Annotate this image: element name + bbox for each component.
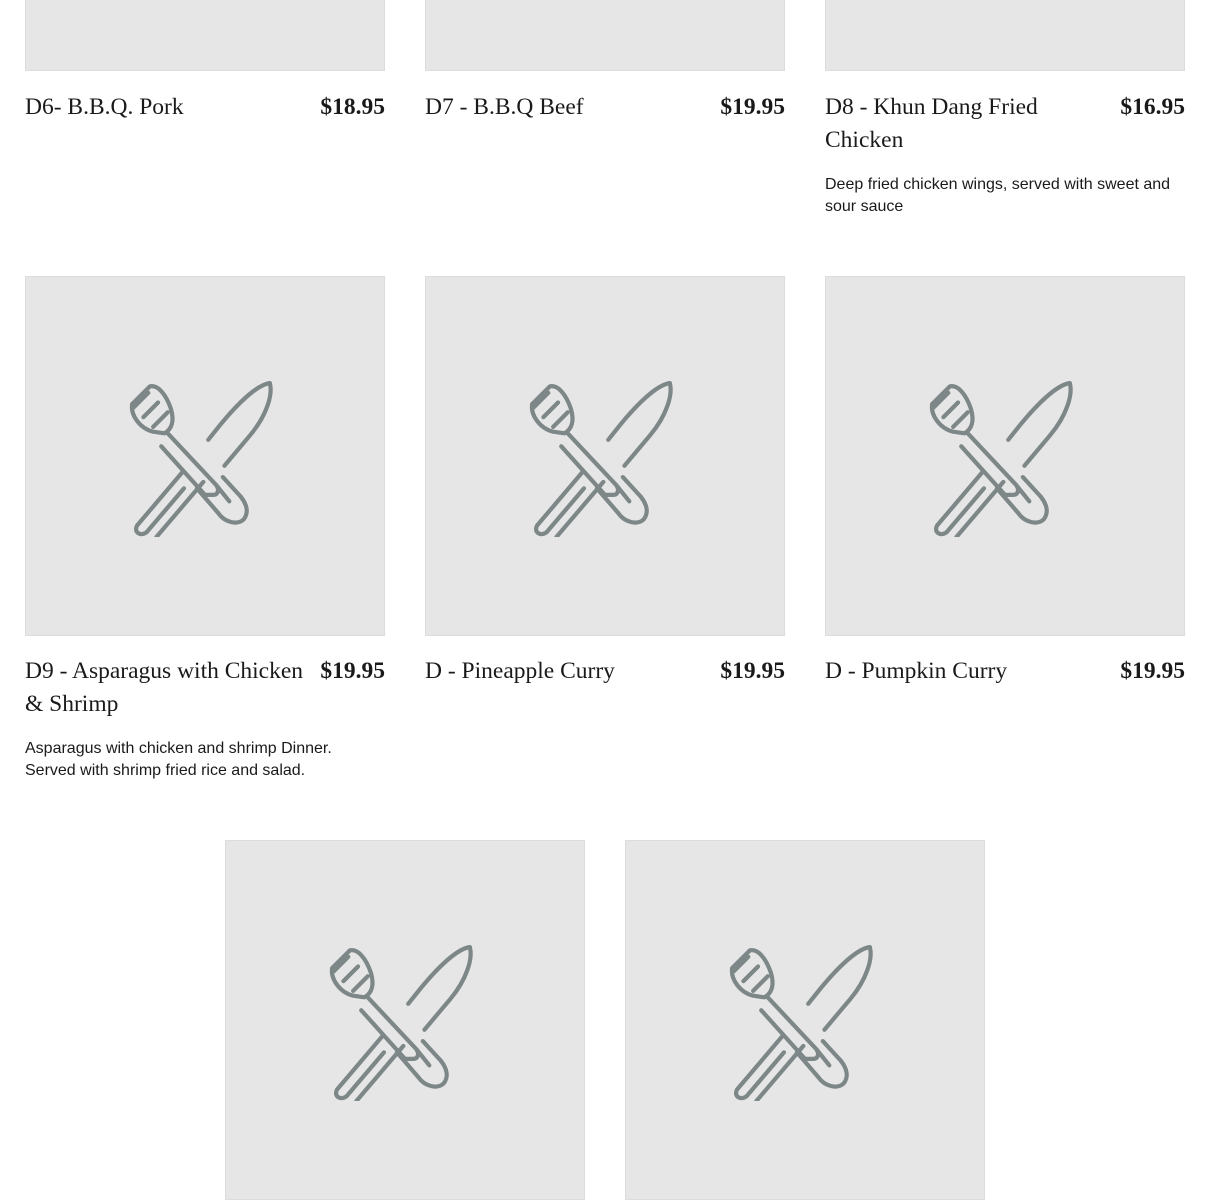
menu-item-name[interactable]: D7 - B.B.Q Beef [425,91,584,124]
menu-item-image[interactable] [625,840,985,1200]
menu-item-price: $19.95 [320,658,385,684]
fork-knife-icon [124,375,286,537]
menu-item-image[interactable] [825,0,1185,71]
fork-knife-icon [524,375,686,537]
fork-knife-icon [724,939,886,1101]
menu-item-name[interactable]: D - Pineapple Curry [425,655,615,688]
menu-item-price: $19.95 [720,658,785,684]
menu-item-price: $19.95 [720,94,785,120]
menu-item-price: $16.95 [1120,94,1185,120]
menu-item-name[interactable]: D6- B.B.Q. Pork [25,91,184,124]
menu-item-image[interactable] [825,276,1185,636]
menu-item-price: $18.95 [320,94,385,120]
menu-item-image[interactable] [425,276,785,636]
menu-item-description: Deep fried chicken wings, served with sw… [825,176,1171,215]
menu-item-name[interactable]: D - Pumpkin Curry [825,655,1007,688]
menu-item-image[interactable] [25,276,385,636]
menu-item-name[interactable]: D9 - Asparagus with Chicken & Shrimp [25,655,315,721]
menu-item-image[interactable] [425,0,785,71]
fork-knife-icon [324,939,486,1101]
menu-item-image[interactable] [25,0,385,71]
menu-item-image[interactable] [225,840,585,1200]
menu-item-name[interactable]: D8 - Khun Dang Fried Chicken [825,91,1115,157]
fork-knife-icon [924,375,1086,537]
menu-item-description: Asparagus with chicken and shrimp Dinner… [25,740,332,779]
menu-item-price: $19.95 [1120,658,1185,684]
